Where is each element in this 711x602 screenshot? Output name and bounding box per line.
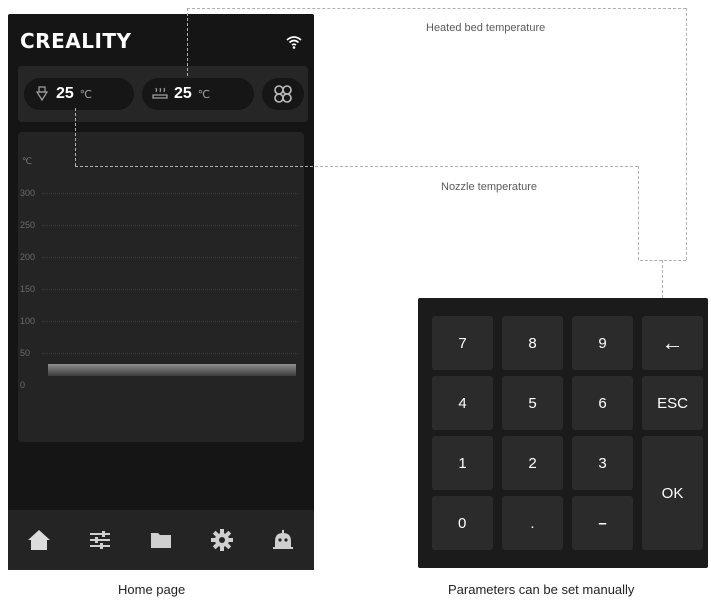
key-1[interactable]: 1 — [432, 436, 493, 490]
key-decimal[interactable]: . — [502, 496, 563, 550]
key-ok[interactable]: OK — [642, 436, 703, 550]
heated-bed-annotation: Heated bed temperature — [426, 22, 546, 34]
key-6[interactable]: 6 — [572, 376, 633, 430]
y-axis-label: 150 — [20, 284, 36, 294]
wifi-icon — [286, 36, 302, 49]
y-axis-label: 200 — [20, 252, 36, 262]
temperature-graph: ℃ 300 250 200 150 100 50 0 — [18, 132, 304, 442]
nav-assistant-button[interactable] — [265, 522, 301, 558]
bed-callout-line — [187, 8, 686, 9]
bed-temp-unit: ℃ — [197, 88, 211, 101]
nozzle-callout-line — [638, 166, 639, 260]
key-backspace[interactable]: ← — [642, 316, 703, 370]
key-8[interactable]: 8 — [502, 316, 563, 370]
home-screen: CREALITY 25 ℃ 25 ℃ ℃ 300 250 200 150 100… — [8, 14, 314, 570]
gridline — [42, 289, 298, 290]
numeric-keypad: 7 8 9 ← 4 5 6 ESC 1 2 3 OK 0 . – — [418, 298, 708, 568]
settings-sliders-icon — [89, 531, 110, 549]
y-axis-label: 0 — [20, 380, 26, 390]
bed-callout-line — [640, 260, 686, 261]
nozzle-annotation: Nozzle temperature — [441, 181, 537, 193]
nozzle-callout-line — [75, 108, 76, 166]
bed-temp-button[interactable]: 25 ℃ — [142, 78, 254, 110]
bed-temp-value: 25 — [174, 85, 192, 102]
y-axis-label: 300 — [20, 188, 36, 198]
fan-button[interactable] — [262, 78, 304, 110]
key-5[interactable]: 5 — [502, 376, 563, 430]
gridline — [42, 353, 298, 354]
nozzle-temp-unit: ℃ — [79, 88, 93, 101]
key-0[interactable]: 0 — [432, 496, 493, 550]
gridline — [42, 321, 298, 322]
nozzle-callout-line — [75, 166, 638, 167]
y-axis-label: 50 — [20, 348, 31, 358]
folder-icon — [150, 533, 171, 548]
status-panel: 25 ℃ 25 ℃ — [18, 66, 308, 122]
keypad-caption: Parameters can be set manually — [448, 582, 635, 597]
bed-callout-line — [187, 8, 188, 76]
bed-callout-line — [686, 8, 687, 260]
nav-controls-button[interactable] — [82, 522, 118, 558]
callout-connector — [662, 260, 663, 298]
heated-bed-icon — [152, 87, 168, 99]
brand-logo: CREALITY — [20, 29, 132, 53]
robot-icon — [273, 530, 294, 549]
nozzle-icon — [35, 86, 49, 102]
graph-unit-label: ℃ — [22, 156, 33, 166]
key-9[interactable]: 9 — [572, 316, 633, 370]
y-axis-label: 250 — [20, 220, 36, 230]
home-icon — [27, 530, 50, 550]
key-esc[interactable]: ESC — [642, 376, 703, 430]
temperature-bar — [48, 364, 296, 376]
nozzle-temp-button[interactable]: 25 ℃ — [24, 78, 134, 110]
key-4[interactable]: 4 — [432, 376, 493, 430]
bottom-nav — [8, 510, 314, 570]
y-axis-label: 100 — [20, 316, 36, 326]
gridline — [42, 257, 298, 258]
gridline — [42, 193, 298, 194]
gridline — [42, 225, 298, 226]
fan-icon — [274, 85, 292, 103]
nozzle-temp-value: 25 — [56, 85, 74, 102]
key-7[interactable]: 7 — [432, 316, 493, 370]
key-2[interactable]: 2 — [502, 436, 563, 490]
key-3[interactable]: 3 — [572, 436, 633, 490]
nav-settings-button[interactable] — [204, 522, 240, 558]
nav-home-button[interactable] — [21, 522, 57, 558]
nav-files-button[interactable] — [143, 522, 179, 558]
gear-icon — [211, 529, 234, 551]
key-minus[interactable]: – — [572, 496, 633, 550]
home-page-caption: Home page — [118, 582, 186, 597]
